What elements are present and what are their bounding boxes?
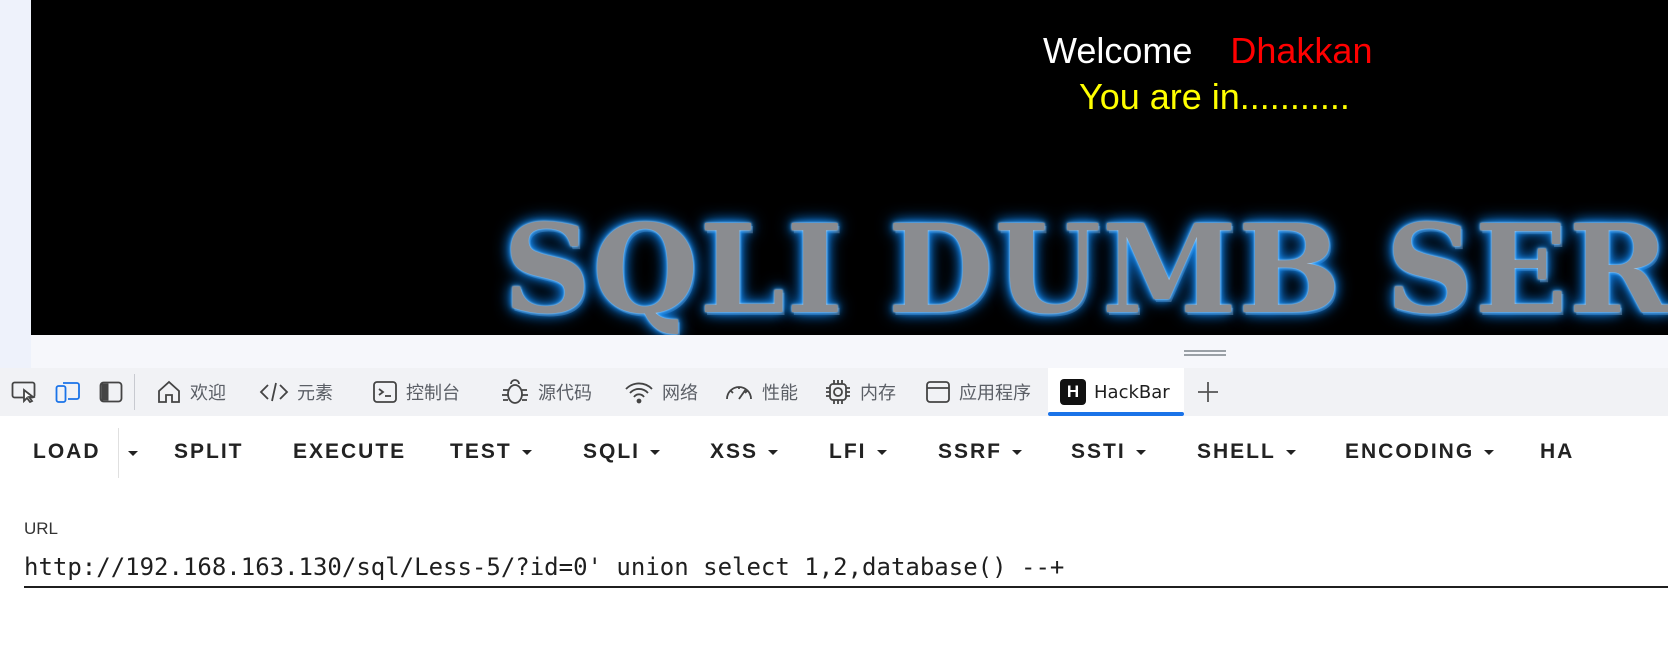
web-page-view: Welcome Dhakkan You are in........... SQL…: [31, 0, 1668, 335]
xss-menu-button[interactable]: XSS: [710, 440, 779, 464]
ssti-menu-button[interactable]: SSTI: [1071, 440, 1146, 464]
devtools-tabbar: 欢迎 元素 控制台 源代码 网络 性能 内存 应用程序 H HackBar: [0, 368, 1668, 416]
left-gutter: [0, 0, 31, 368]
banner-logo: SQLI DUMB SERIES: [503, 197, 1668, 335]
tab-label: 源代码: [538, 383, 592, 404]
tab-welcome[interactable]: 欢迎: [156, 368, 226, 416]
add-tab-plus-icon[interactable]: [1194, 378, 1222, 406]
load-dropdown-separator: [118, 428, 119, 478]
load-dropdown-chevron-icon[interactable]: [121, 440, 145, 466]
status-text: You are in...........: [1079, 76, 1350, 117]
sqli-menu-button[interactable]: SQLI: [583, 440, 661, 464]
button-label: HA: [1540, 440, 1575, 463]
chevron-down-icon: [876, 449, 887, 455]
tab-label: 性能: [762, 383, 798, 404]
button-label: EXECUTE: [293, 440, 407, 463]
hackbar-toolbar: LOAD SPLIT EXECUTE TEST SQLI XSS LFI SSR…: [0, 416, 1668, 492]
tab-performance[interactable]: 性能: [724, 368, 798, 416]
execute-button[interactable]: EXECUTE: [293, 440, 406, 464]
gauge-icon: [726, 386, 752, 400]
button-label: LFI: [829, 440, 867, 463]
chevron-down-icon: [1012, 449, 1023, 455]
bug-icon: [502, 379, 528, 404]
wifi-icon: [625, 382, 653, 404]
chevron-down-icon: [521, 449, 532, 455]
test-menu-button[interactable]: TEST: [450, 440, 532, 464]
console-icon: [373, 381, 397, 403]
tab-label: 应用程序: [959, 383, 1031, 404]
tab-memory[interactable]: 内存: [824, 368, 896, 416]
chevron-down-icon: [1484, 449, 1495, 455]
chevron-down-icon: [1285, 449, 1296, 455]
tab-application[interactable]: 应用程序: [925, 368, 1031, 416]
chevron-down-icon: [768, 449, 779, 455]
device-emulation-icon[interactable]: [54, 378, 82, 406]
tab-label: 网络: [662, 383, 698, 404]
tab-elements[interactable]: 元素: [259, 368, 333, 416]
tab-console[interactable]: 控制台: [372, 368, 460, 416]
chevron-down-icon: [650, 449, 661, 455]
tab-network[interactable]: 网络: [624, 368, 698, 416]
username-text: Dhakkan: [1230, 30, 1373, 71]
button-label: SSTI: [1071, 440, 1126, 463]
chip-icon: [826, 380, 850, 404]
tab-sources[interactable]: 源代码: [500, 368, 592, 416]
button-label: LOAD: [33, 440, 101, 463]
button-label: SSRF: [938, 440, 1003, 463]
url-label: URL: [24, 519, 59, 538]
devtools-resize-handle[interactable]: [1184, 348, 1226, 359]
home-icon: [158, 380, 180, 403]
tab-label: 控制台: [406, 383, 460, 404]
tab-hackbar[interactable]: H HackBar: [1048, 368, 1184, 416]
encoding-menu-button[interactable]: ENCODING: [1345, 440, 1495, 464]
lfi-menu-button[interactable]: LFI: [829, 440, 887, 464]
split-button[interactable]: SPLIT: [174, 440, 244, 464]
button-label: SHELL: [1197, 440, 1276, 463]
page-bottom-strip: [31, 335, 1668, 368]
welcome-line: Welcome Dhakkan: [1043, 30, 1372, 72]
load-button[interactable]: LOAD: [33, 440, 101, 464]
code-icon: [259, 382, 289, 402]
hashing-menu-button[interactable]: HA: [1540, 440, 1574, 464]
ssrf-menu-button[interactable]: SSRF: [938, 440, 1023, 464]
button-label: SPLIT: [174, 440, 244, 463]
tab-label: 欢迎: [190, 383, 226, 404]
button-label: TEST: [450, 440, 512, 463]
chevron-down-icon: [1135, 449, 1146, 455]
button-label: SQLI: [583, 440, 641, 463]
button-label: XSS: [710, 440, 759, 463]
shell-menu-button[interactable]: SHELL: [1197, 440, 1296, 464]
url-input[interactable]: [24, 548, 1668, 588]
welcome-text: Welcome: [1043, 30, 1193, 71]
tab-label: 内存: [860, 383, 896, 404]
inspect-element-icon[interactable]: [10, 378, 38, 406]
dock-side-icon[interactable]: [97, 378, 125, 406]
toolbar-separator: [134, 374, 135, 410]
hackbar-logo-icon: H: [1060, 379, 1086, 405]
tab-label: HackBar: [1094, 381, 1170, 403]
tab-label: 元素: [297, 383, 333, 404]
button-label: ENCODING: [1345, 440, 1475, 463]
app-window-icon: [926, 381, 950, 403]
